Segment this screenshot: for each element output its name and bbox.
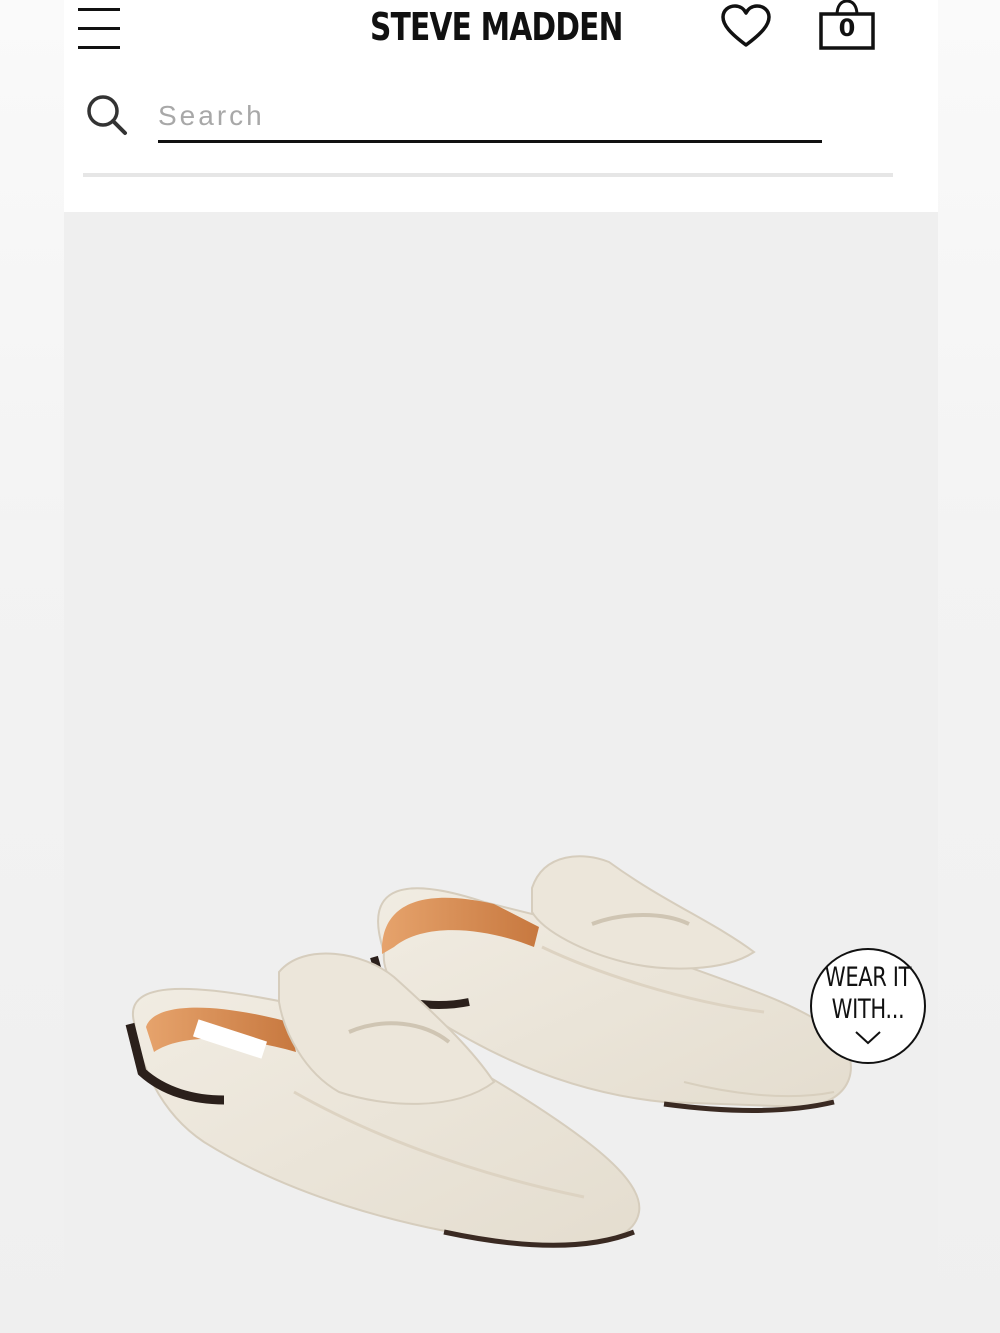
wear-it-label-line1: WEAR IT <box>824 962 912 993</box>
search-icon[interactable] <box>86 94 128 136</box>
heart-icon <box>721 4 771 47</box>
loafer-mules-illustration <box>125 855 852 1248</box>
cart-count-badge: 0 <box>838 14 856 42</box>
hamburger-menu-icon[interactable] <box>78 4 122 49</box>
wear-it-label-line2: WITH... <box>831 994 905 1025</box>
chevron-down-icon <box>855 1031 881 1045</box>
wishlist-button[interactable] <box>720 4 772 50</box>
search-input[interactable] <box>158 92 822 143</box>
product-image[interactable] <box>64 212 938 1333</box>
wear-it-with-button[interactable]: WEAR IT WITH... <box>810 948 926 1064</box>
page: STEVE MADDEN 0 Search WEAR IT WITH... <box>64 0 938 1333</box>
brand-logo[interactable]: STEVE MADDEN <box>370 4 623 50</box>
background-right-edge <box>938 0 1000 1333</box>
background-left-edge <box>0 0 64 1333</box>
cart-button[interactable]: 0 <box>818 0 876 52</box>
site-header: STEVE MADDEN 0 <box>64 0 938 212</box>
header-divider <box>83 173 893 177</box>
